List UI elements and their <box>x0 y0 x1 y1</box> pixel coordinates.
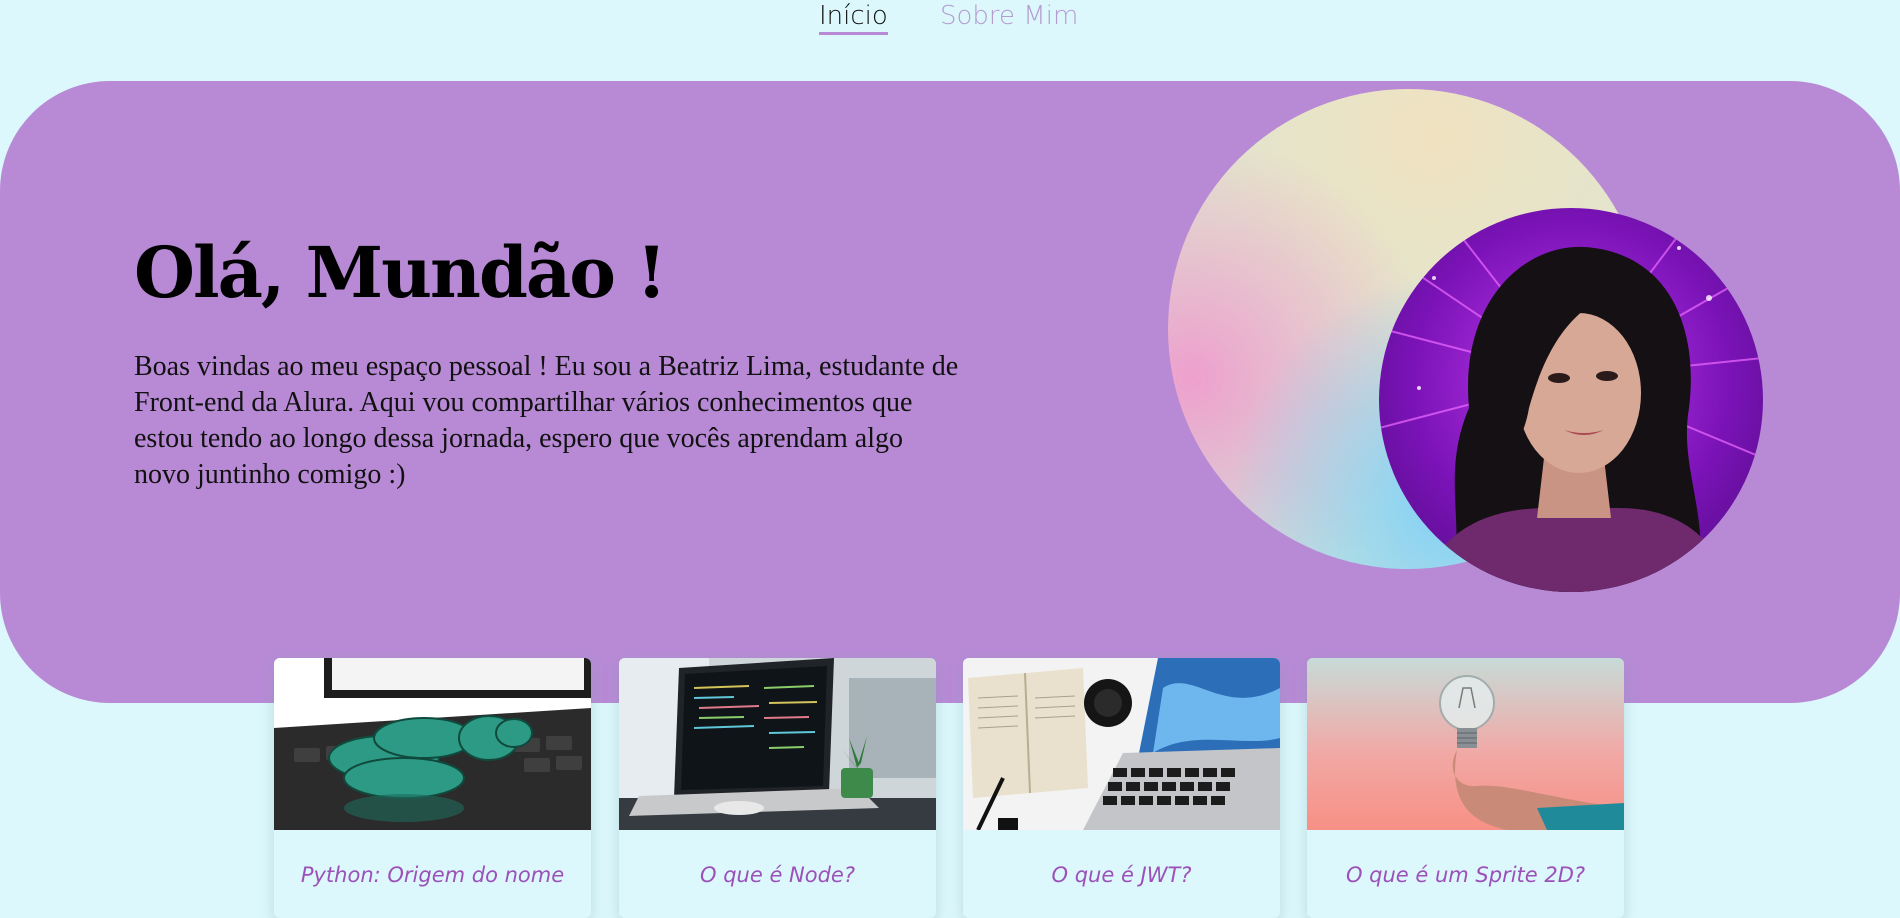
card-title: O que é Node? <box>700 863 855 887</box>
card-image-snake-on-laptop <box>274 658 591 830</box>
top-navigation: Início Sobre Mim <box>0 0 1900 40</box>
hero-banner: Olá, Mundão ! Boas vindas ao meu espaço … <box>0 81 1900 703</box>
article-card-python[interactable]: Python: Origem do nome <box>274 658 591 918</box>
card-image-laptop-with-code <box>619 658 936 830</box>
profile-photo-illustration <box>1379 208 1763 592</box>
article-card-node[interactable]: O que é Node? <box>619 658 936 918</box>
profile-photo <box>1379 208 1763 592</box>
card-title: O que é JWT? <box>1051 863 1192 887</box>
article-card-jwt[interactable]: O que é JWT? <box>963 658 1280 918</box>
card-image-laptop-and-book <box>963 658 1280 830</box>
card-title: Python: Origem do nome <box>300 863 565 887</box>
article-card-sprite[interactable]: O que é um Sprite 2D? <box>1307 658 1624 918</box>
hero-title: Olá, Mundão ! <box>134 231 667 314</box>
hero-description: Boas vindas ao meu espaço pessoal ! Eu s… <box>134 351 959 490</box>
article-cards: Python: Origem do nome O que é Node? O q… <box>274 658 1626 918</box>
nav-link-inicio[interactable]: Início <box>819 1 888 35</box>
card-image-lightbulb-in-hand <box>1307 658 1624 830</box>
nav-link-sobre-mim[interactable]: Sobre Mim <box>940 1 1078 31</box>
card-title: O que é um Sprite 2D? <box>1345 863 1586 887</box>
